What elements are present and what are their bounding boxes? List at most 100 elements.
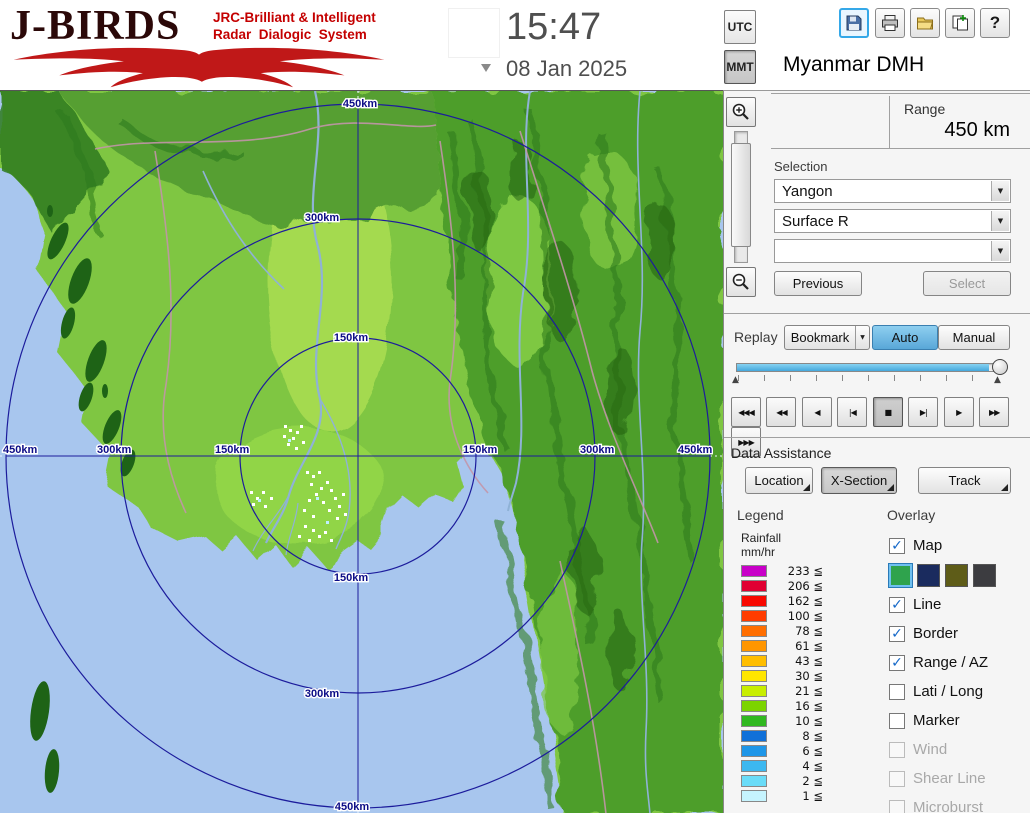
zoom-in-icon [732, 103, 749, 120]
overlay-item-lati-long[interactable]: Lati / Long [889, 677, 1029, 706]
checkbox[interactable]: ✓ [889, 654, 905, 671]
map-color-swatch[interactable] [945, 563, 968, 587]
legend-value: 162 ≦ [787, 593, 823, 608]
previous-button[interactable]: Previous [774, 271, 862, 296]
checkbox[interactable]: ✓ [889, 537, 905, 554]
step-back-button[interactable]: |◀ [837, 397, 868, 427]
track-button-label: Track [948, 473, 981, 488]
save-button[interactable] [839, 8, 869, 38]
location-button[interactable]: Location [745, 467, 813, 494]
eagle-logo-icon [13, 47, 385, 88]
legend-color-swatch [741, 684, 767, 697]
site-dropdown[interactable]: Yangon ▼ [774, 179, 1011, 203]
help-icon: ? [989, 13, 1001, 32]
extra-dropdown[interactable]: ▼ [774, 239, 1011, 263]
help-button[interactable]: ? [980, 8, 1010, 38]
play-reverse-button[interactable]: ◀ [801, 397, 832, 427]
ring-label: 150km [334, 332, 368, 344]
app-logo-subtitle-1: JRC-Brilliant & Intelligent [213, 10, 376, 25]
app-logo-title: J-BIRDS [10, 3, 181, 49]
legend-color-swatch [741, 789, 767, 802]
checkbox[interactable] [889, 683, 905, 700]
overlay-item-marker[interactable]: Marker [889, 706, 1029, 735]
map-color-swatch[interactable] [973, 563, 996, 587]
legend-color-swatch [741, 579, 767, 592]
station-name: Myanmar DMH [783, 53, 925, 76]
chevron-down-icon[interactable]: ▼ [855, 326, 869, 349]
overlay-item-microburst: Microburst [889, 793, 1029, 813]
legend-color-swatch [741, 639, 767, 652]
replay-timeline-handle[interactable] [992, 359, 1008, 375]
checkbox[interactable]: ✓ [889, 625, 905, 642]
overlay-item-line[interactable]: ✓ Line [889, 590, 1029, 619]
legend-color-swatch [741, 774, 767, 787]
ring-label: 450km [335, 801, 369, 813]
step-forward-button[interactable]: ▶| [908, 397, 939, 427]
jump-start-button[interactable]: ◀◀◀ [731, 397, 761, 427]
overlay-item-map[interactable]: ✓ Map [889, 531, 1029, 560]
overlay-item-border[interactable]: ✓ Border [889, 619, 1029, 648]
current-time: 15:47 [506, 6, 602, 48]
replay-timeline-track[interactable] [736, 363, 1000, 372]
legend-row: 233 ≦ [741, 563, 823, 578]
play-button[interactable]: ▶ [943, 397, 974, 427]
fast-forward-button[interactable]: ▶▶ [979, 397, 1010, 427]
manual-button[interactable]: Manual [938, 325, 1010, 350]
track-button[interactable]: Track [918, 467, 1011, 494]
site-dropdown-value: Yangon [782, 183, 833, 200]
auto-button[interactable]: Auto [872, 325, 938, 350]
stop-button[interactable]: ■ [872, 397, 903, 427]
map-color-swatch[interactable] [917, 563, 940, 587]
legend-color-swatch [741, 609, 767, 622]
overlay-item-range-az[interactable]: ✓ Range / AZ [889, 648, 1029, 677]
legend-value: 21 ≦ [795, 683, 823, 698]
legend-row: 78 ≦ [741, 623, 823, 638]
legend-scale: 233 ≦ 206 ≦ 162 ≦ 100 ≦ 78 ≦ 61 ≦ 43 ≦ 30 ≦ 21 ≦… [741, 563, 823, 803]
select-button[interactable]: Select [923, 271, 1011, 296]
xsection-button[interactable]: X-Section [821, 467, 897, 494]
legend-value: 4 ≦ [802, 758, 823, 773]
legend-unit: mm/hr [741, 545, 775, 559]
chevron-down-icon[interactable]: ▼ [991, 211, 1009, 231]
ring-label: 450km [678, 444, 712, 456]
overlay-label: Overlay [887, 507, 936, 523]
checkbox[interactable] [889, 712, 905, 729]
ring-label: 450km [3, 444, 37, 456]
checkbox [889, 799, 905, 813]
divider [771, 93, 1030, 94]
checkbox[interactable]: ✓ [889, 596, 905, 613]
corner-arrow-icon [887, 484, 894, 491]
legend-value: 1 ≦ [802, 788, 823, 803]
print-button[interactable] [875, 8, 905, 38]
overlay-item-label: Marker [913, 712, 960, 729]
checkbox [889, 741, 905, 758]
radar-map[interactable]: 450km 300km 150km 150km 300km 450km 450k… [0, 90, 723, 813]
bookmark-button[interactable]: Bookmark ▼ [784, 325, 870, 350]
legend-value: 233 ≦ [787, 563, 823, 578]
utc-button[interactable]: UTC [724, 10, 756, 44]
zoom-slider-thumb[interactable] [731, 143, 751, 247]
clock-spinner-arrow-icon[interactable] [481, 64, 491, 72]
overlay-item-label: Range / AZ [913, 654, 989, 671]
open-folder-button[interactable] [910, 8, 940, 38]
chevron-down-icon[interactable]: ▼ [991, 181, 1009, 201]
zoom-out-button[interactable] [726, 267, 756, 297]
legend-value: 100 ≦ [787, 608, 823, 623]
zoom-in-button[interactable] [726, 97, 756, 127]
legend-color-swatch [741, 729, 767, 742]
replay-timeline-ticks [738, 375, 998, 381]
clock-spin-box[interactable] [448, 8, 500, 58]
corner-arrow-icon [803, 484, 810, 491]
mmt-button[interactable]: MMT [724, 50, 756, 84]
fast-rewind-button[interactable]: ◀◀ [766, 397, 797, 427]
ring-label: 150km [463, 444, 497, 456]
open-folder-icon [917, 17, 934, 30]
product-dropdown[interactable]: Surface R ▼ [774, 209, 1011, 233]
add-window-button[interactable] [945, 8, 975, 38]
overlay-item-label: Lati / Long [913, 683, 984, 700]
legend-value: 43 ≦ [795, 653, 823, 668]
checkbox [889, 770, 905, 787]
map-color-swatch[interactable] [889, 563, 912, 587]
chevron-down-icon[interactable]: ▼ [991, 241, 1009, 261]
replay-timeline-progress [737, 364, 989, 371]
